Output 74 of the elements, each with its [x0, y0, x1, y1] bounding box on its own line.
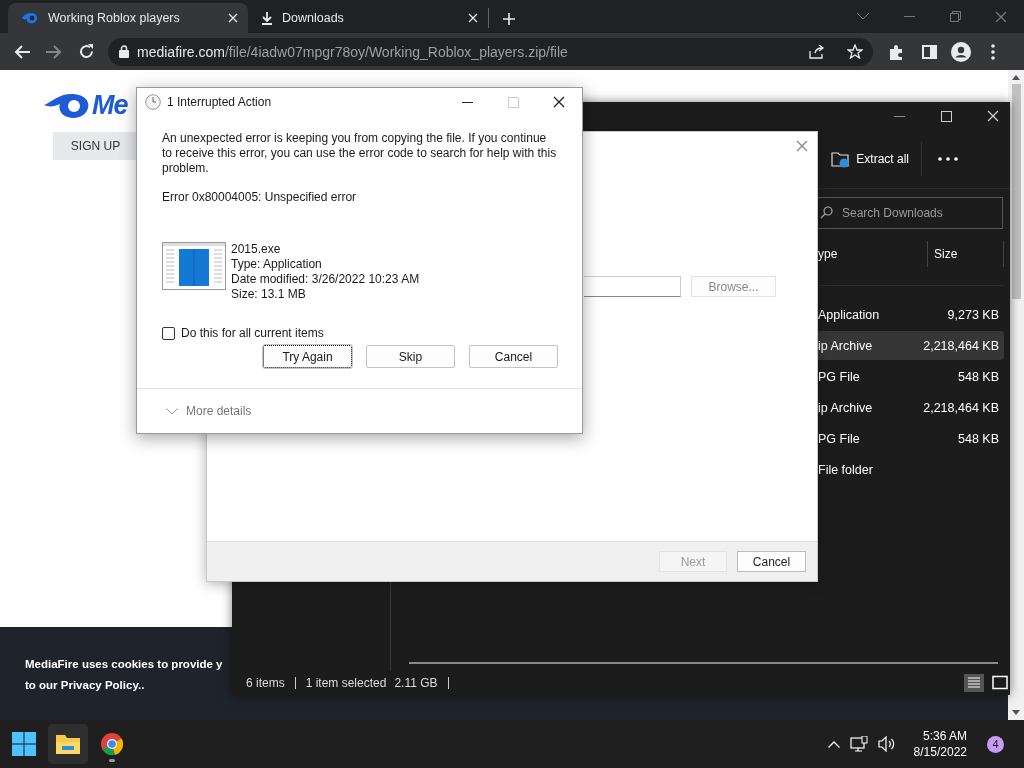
- cancel-button[interactable]: Cancel: [737, 551, 806, 572]
- privacy-policy-link[interactable]: Privacy Policy: [60, 679, 138, 691]
- file-row[interactable]: ip Archive 2,218,464 KB: [818, 331, 1004, 360]
- browse-button[interactable]: Browse...: [691, 276, 776, 297]
- folder-icon[interactable]: [55, 733, 81, 755]
- plus-icon[interactable]: [503, 13, 515, 25]
- search-icon: [820, 206, 833, 219]
- clock[interactable]: 5:36 AM 8/15/2022: [913, 728, 967, 760]
- search-field[interactable]: Search Downloads: [818, 197, 1003, 229]
- sign-up-button[interactable]: SIGN UP: [53, 132, 138, 160]
- flame-icon: [44, 92, 90, 119]
- error-code: Error 0x80004005: Unspecified error: [162, 190, 358, 205]
- file-date: Date modified: 3/26/2022 10:23 AM: [231, 272, 420, 287]
- star-icon[interactable]: [847, 44, 863, 59]
- dialog-title: 1 Interrupted Action: [167, 95, 273, 109]
- status-text: 2.11 GB: [394, 676, 438, 690]
- tiles-view-icon[interactable]: [990, 674, 1010, 692]
- restore-icon[interactable]: [949, 11, 961, 22]
- chevron-up-icon[interactable]: [827, 740, 840, 748]
- file-row[interactable]: PG File 548 KB: [818, 424, 1004, 453]
- share-icon[interactable]: [809, 44, 825, 59]
- horizontal-scrollbar[interactable]: [409, 662, 998, 664]
- folder-icon: [831, 150, 851, 168]
- chevron-down-icon[interactable]: [857, 13, 869, 20]
- maximize-icon[interactable]: [940, 110, 952, 122]
- file-name: 2015.exe: [231, 242, 282, 257]
- minimize-icon[interactable]: [461, 101, 473, 103]
- checkbox-label[interactable]: Do this for all current items: [181, 326, 324, 340]
- checkbox[interactable]: [162, 326, 175, 340]
- cookie-text: to our Privacy Policy..: [25, 678, 145, 693]
- flame-icon: [21, 12, 39, 24]
- column-header[interactable]: Size: [928, 241, 1004, 267]
- extract-all-button[interactable]: Extract all: [827, 146, 909, 172]
- sidebar-icon[interactable]: [921, 44, 937, 59]
- error-message: An unexpected error is keeping you from copying the file. If you continue to receive this error, you can use the error code to search for help with this problem.: [162, 131, 558, 176]
- file-row[interactable]: PG File 548 KB: [818, 362, 1004, 391]
- clock-icon: [145, 94, 161, 110]
- logo-text: Me: [92, 90, 128, 121]
- status-text: 1 item selected: [305, 676, 387, 690]
- notification-badge[interactable]: 4: [987, 735, 1004, 753]
- file-row[interactable]: ip Archive 2,218,464 KB: [818, 393, 1004, 422]
- file-row[interactable]: Application 9,273 KB: [818, 300, 1004, 329]
- file-row[interactable]: File folder: [818, 455, 1004, 484]
- close-icon[interactable]: [553, 96, 565, 108]
- more-icon[interactable]: [938, 157, 958, 161]
- browser-tab[interactable]: Working Roblox players: [8, 3, 248, 33]
- scrollbar-thumb[interactable]: [1011, 84, 1021, 299]
- status-text: 6 items: [246, 676, 285, 690]
- application-file-icon: [162, 242, 226, 290]
- dialog-button[interactable]: Try Again: [263, 345, 352, 368]
- windows-start-icon[interactable]: [12, 732, 36, 756]
- browser-icon[interactable]: [100, 732, 124, 756]
- profile-icon[interactable]: [951, 41, 971, 62]
- back-icon[interactable]: [14, 44, 30, 59]
- scroll-down-icon: [1012, 710, 1020, 715]
- chevron-down-icon[interactable]: [166, 407, 178, 415]
- details-view-icon[interactable]: [964, 674, 984, 692]
- file-type: Type: Application: [231, 257, 323, 272]
- puzzle-icon[interactable]: [889, 43, 905, 60]
- speaker-icon[interactable]: [877, 736, 896, 752]
- dialog-button[interactable]: Skip: [366, 345, 455, 368]
- address-bar[interactable]: mediafire.com/file/4iadw07mpgr78oy/Working_Roblox_players.zip/file: [108, 37, 873, 66]
- lock-icon: [119, 45, 129, 58]
- menu-icon[interactable]: [991, 43, 995, 60]
- download-icon: [261, 11, 273, 25]
- monitor-icon[interactable]: [849, 736, 868, 752]
- more-details-link[interactable]: More details: [186, 404, 252, 418]
- destination-field[interactable]: [584, 276, 681, 297]
- cookie-text: MediaFire uses cookies to provide y: [25, 657, 223, 672]
- reload-icon[interactable]: [78, 44, 94, 59]
- dialog-button[interactable]: Cancel: [469, 345, 558, 368]
- scroll-up-icon: [1012, 75, 1020, 80]
- forward-icon[interactable]: [46, 44, 62, 59]
- file-size: Size: 13.1 MB: [231, 287, 307, 302]
